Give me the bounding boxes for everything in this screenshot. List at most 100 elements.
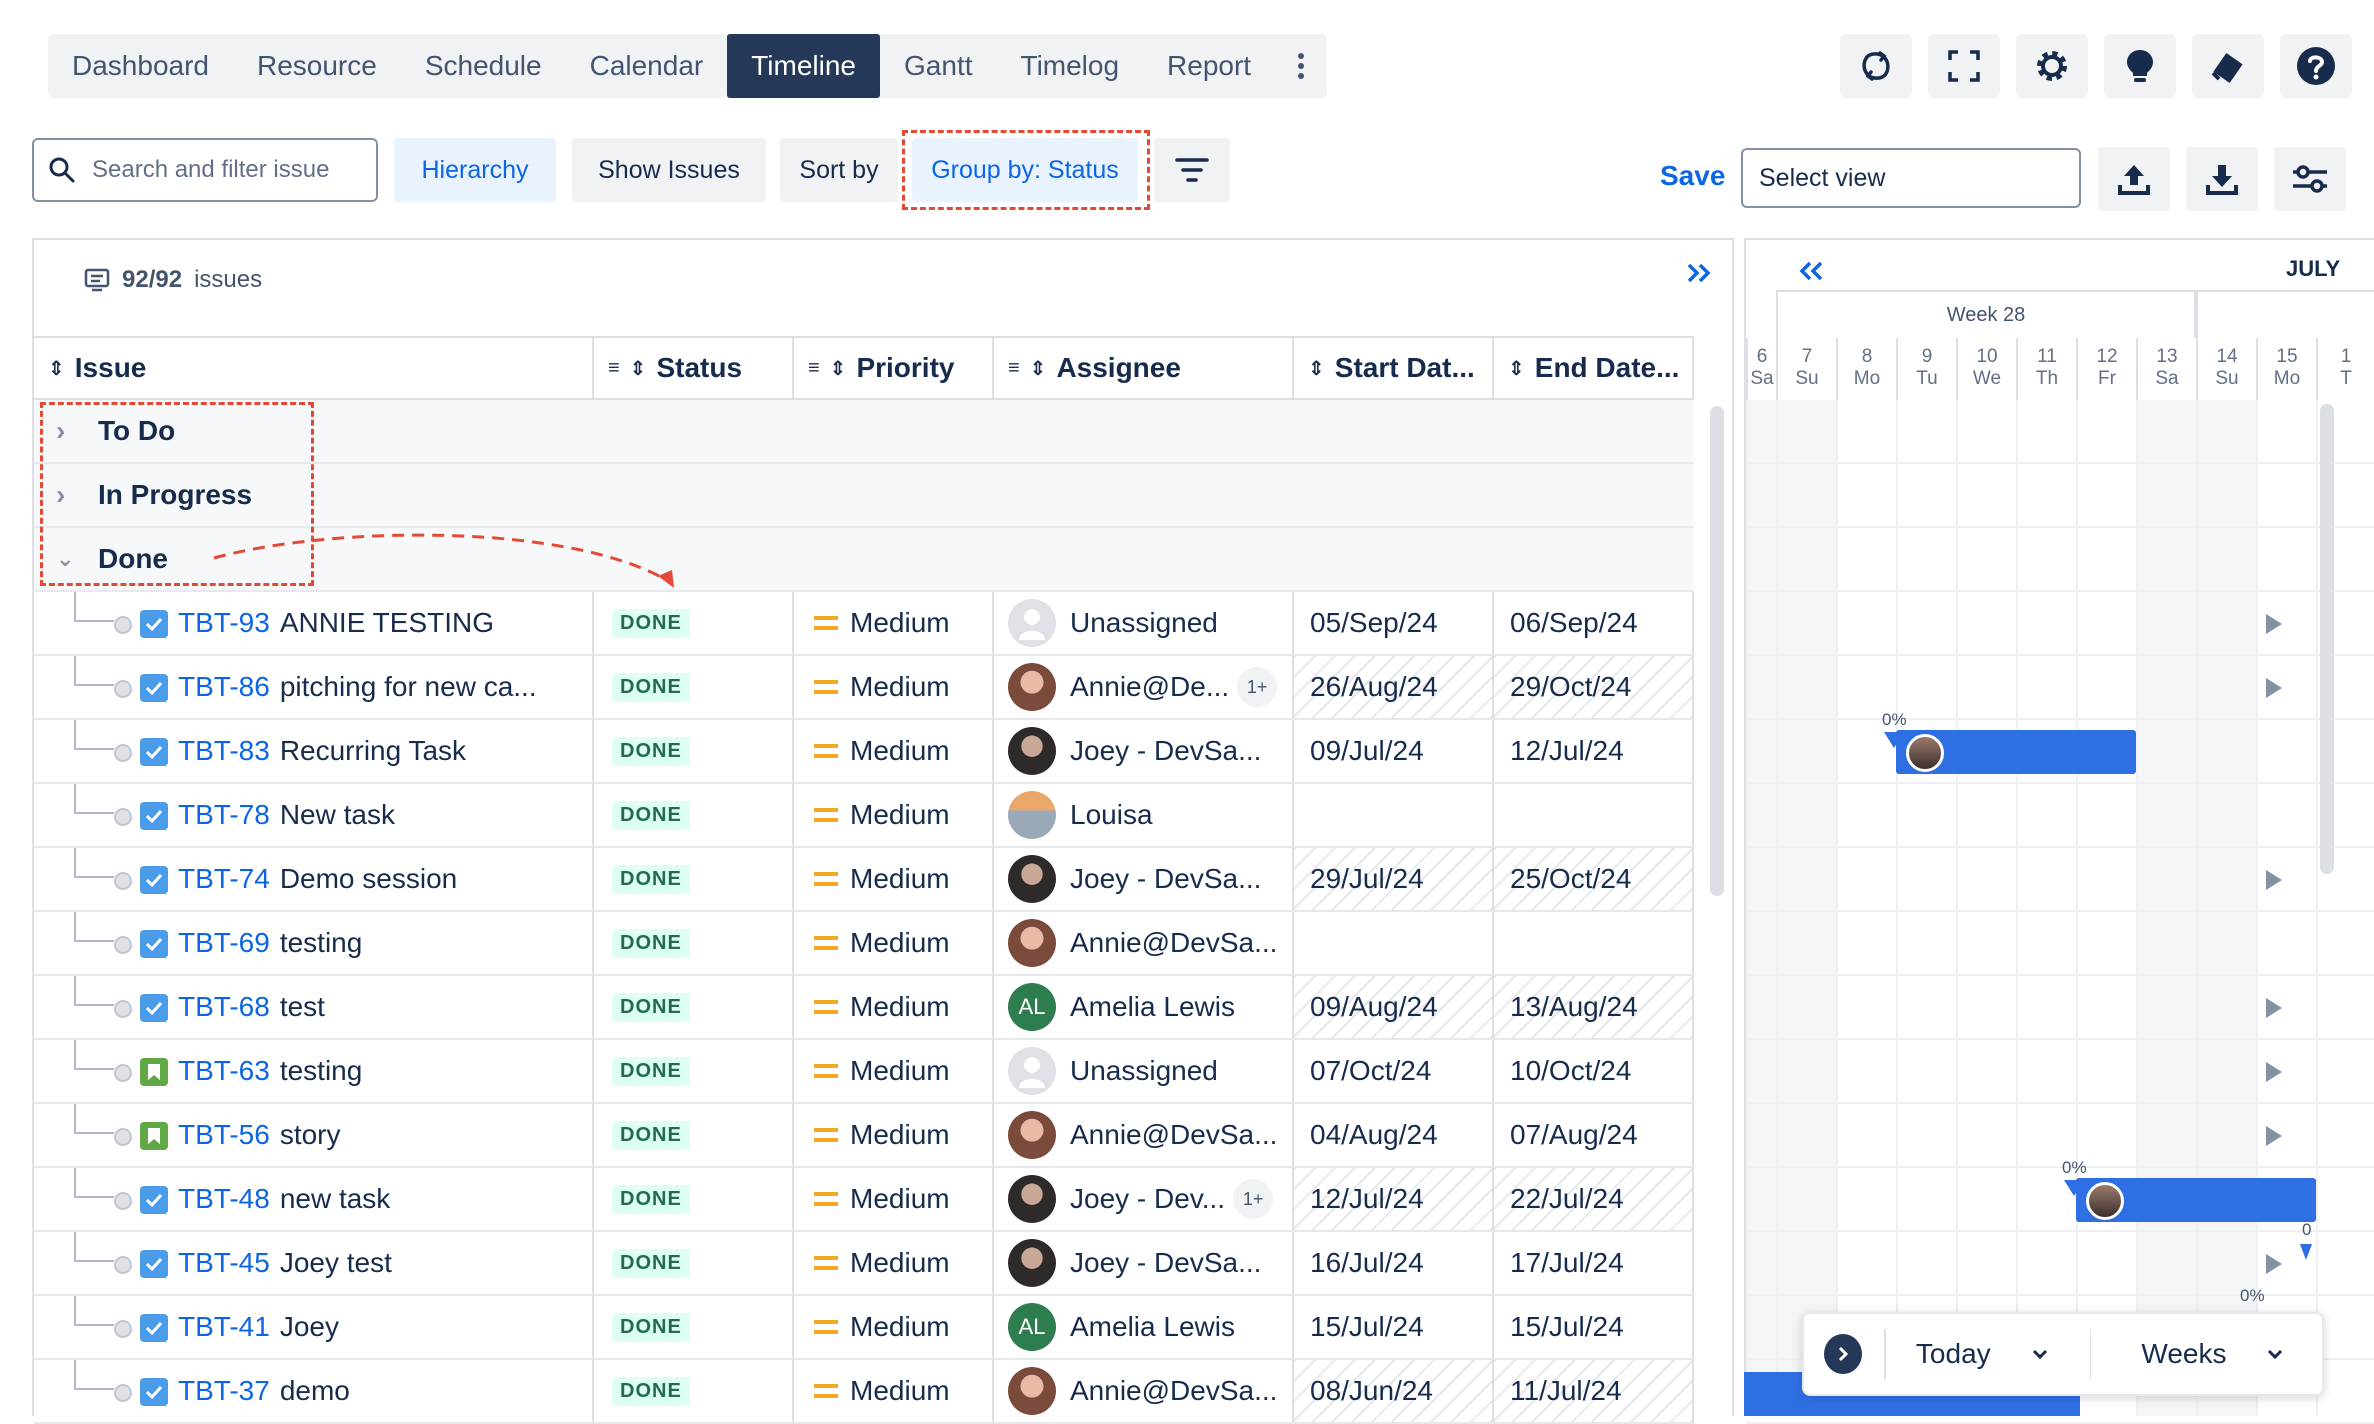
- priority-cell[interactable]: Medium: [794, 1296, 994, 1358]
- sort-by-button[interactable]: Sort by: [780, 138, 898, 202]
- priority-cell[interactable]: Medium: [794, 848, 994, 910]
- group-row-to-do[interactable]: › To Do: [34, 400, 1694, 464]
- issue-key[interactable]: TBT-45 Joey test: [178, 1232, 392, 1294]
- table-row[interactable]: TBT-74 Demo session DONE Medium Joey - D…: [34, 848, 1694, 912]
- assignee-cell[interactable]: Joey - DevSa...: [994, 720, 1294, 782]
- announcements-button[interactable]: [2192, 34, 2264, 98]
- scroll-to-bar-arrow-icon[interactable]: [2266, 1254, 2282, 1274]
- column-header-priority[interactable]: ≡ ⇕ Priority: [794, 336, 994, 400]
- issue-key[interactable]: TBT-69 testing: [178, 912, 362, 974]
- start-date-cell[interactable]: 08/Jun/24: [1294, 1360, 1494, 1422]
- column-header-end-date[interactable]: ⇕ End Date...: [1494, 336, 1694, 400]
- priority-cell[interactable]: Medium: [794, 592, 994, 654]
- priority-cell[interactable]: Medium: [794, 976, 994, 1038]
- tab-gantt[interactable]: Gantt: [880, 34, 996, 98]
- issue-key[interactable]: TBT-83 Recurring Task: [178, 720, 466, 782]
- table-row[interactable]: TBT-48 new task DONE Medium Joey - Dev..…: [34, 1168, 1694, 1232]
- assignee-cell[interactable]: Joey - DevSa...: [994, 1232, 1294, 1294]
- tab-calendar[interactable]: Calendar: [566, 34, 728, 98]
- status-cell[interactable]: DONE: [594, 1040, 794, 1102]
- table-row[interactable]: TBT-78 New task DONE Medium Louisa: [34, 784, 1694, 848]
- start-date-cell[interactable]: [1294, 912, 1494, 974]
- start-date-cell[interactable]: 05/Sep/24: [1294, 592, 1494, 654]
- status-cell[interactable]: DONE: [594, 1360, 794, 1422]
- tab-timeline[interactable]: Timeline: [727, 34, 881, 98]
- column-header-start-date[interactable]: ⇕ Start Dat...: [1294, 336, 1494, 400]
- table-row[interactable]: TBT-86 pitching for new ca... DONE Mediu…: [34, 656, 1694, 720]
- tips-button[interactable]: [2104, 34, 2176, 98]
- column-header-status[interactable]: ≡ ⇕ Status: [594, 336, 794, 400]
- tab-dashboard[interactable]: Dashboard: [48, 34, 233, 98]
- priority-cell[interactable]: Medium: [794, 1040, 994, 1102]
- assignee-cell[interactable]: Annie@DevSa...: [994, 1360, 1294, 1422]
- issue-key[interactable]: TBT-78 New task: [178, 784, 395, 846]
- assignee-cell[interactable]: AL Amelia Lewis: [994, 1296, 1294, 1358]
- start-date-cell[interactable]: 16/Jul/24: [1294, 1232, 1494, 1294]
- end-date-cell[interactable]: [1494, 784, 1694, 846]
- scroll-to-bar-arrow-icon[interactable]: [2266, 678, 2282, 698]
- collapse-panel-button[interactable]: [1686, 258, 1712, 292]
- start-date-cell[interactable]: 09/Aug/24: [1294, 976, 1494, 1038]
- end-date-cell[interactable]: 07/Aug/24: [1494, 1104, 1694, 1166]
- issue-key[interactable]: TBT-93 ANNIE TESTING: [178, 592, 494, 654]
- import-button[interactable]: [2186, 147, 2258, 211]
- priority-cell[interactable]: Medium: [794, 784, 994, 846]
- scroll-to-bar-arrow-icon[interactable]: [2266, 1062, 2282, 1082]
- assignee-cell[interactable]: AL Amelia Lewis: [994, 976, 1294, 1038]
- start-date-cell[interactable]: 29/Jul/24: [1294, 848, 1494, 910]
- more-assignees-badge[interactable]: 1+: [1237, 667, 1278, 707]
- more-tabs-button[interactable]: [1275, 34, 1327, 98]
- table-row[interactable]: TBT-68 test DONE Medium AL Amelia Lewis …: [34, 976, 1694, 1040]
- start-date-cell[interactable]: 26/Aug/24: [1294, 656, 1494, 718]
- list-scrollbar[interactable]: [1710, 406, 1724, 896]
- assignee-cell[interactable]: Annie@DevSa...: [994, 1104, 1294, 1166]
- table-row[interactable]: TBT-69 testing DONE Medium Annie@DevSa..…: [34, 912, 1694, 976]
- issue-key[interactable]: TBT-56 story: [178, 1104, 341, 1166]
- end-date-cell[interactable]: 06/Sep/24: [1494, 592, 1694, 654]
- priority-cell[interactable]: Medium: [794, 1104, 994, 1166]
- status-cell[interactable]: DONE: [594, 912, 794, 974]
- start-date-cell[interactable]: 15/Jul/24: [1294, 1296, 1494, 1358]
- start-date-cell[interactable]: [1294, 784, 1494, 846]
- start-date-cell[interactable]: 09/Jul/24: [1294, 720, 1494, 782]
- priority-cell[interactable]: Medium: [794, 912, 994, 974]
- priority-cell[interactable]: Medium: [794, 1232, 994, 1294]
- scroll-to-bar-arrow-icon[interactable]: [2266, 998, 2282, 1018]
- priority-cell[interactable]: Medium: [794, 656, 994, 718]
- scroll-to-bar-arrow-icon[interactable]: [2266, 614, 2282, 634]
- assignee-cell[interactable]: Joey - DevSa...: [994, 848, 1294, 910]
- scroll-to-bar-arrow-icon[interactable]: [2266, 1126, 2282, 1146]
- filter-button[interactable]: [1154, 138, 1230, 202]
- tab-timelog[interactable]: Timelog: [997, 34, 1144, 98]
- table-row[interactable]: TBT-93 ANNIE TESTING DONE Medium Unassig…: [34, 592, 1694, 656]
- table-row[interactable]: TBT-45 Joey test DONE Medium Joey - DevS…: [34, 1232, 1694, 1296]
- start-date-cell[interactable]: 07/Oct/24: [1294, 1040, 1494, 1102]
- end-date-cell[interactable]: 11/Jul/24: [1494, 1360, 1694, 1422]
- issue-key[interactable]: TBT-48 new task: [178, 1168, 390, 1230]
- end-date-cell[interactable]: 29/Oct/24: [1494, 656, 1694, 718]
- status-cell[interactable]: DONE: [594, 976, 794, 1038]
- assignee-cell[interactable]: Annie@DevSa...: [994, 912, 1294, 974]
- tab-report[interactable]: Report: [1143, 34, 1275, 98]
- scroll-to-bar-arrow-icon[interactable]: [2266, 870, 2282, 890]
- status-cell[interactable]: DONE: [594, 720, 794, 782]
- scale-dropdown[interactable]: Weeks: [2141, 1338, 2322, 1370]
- select-view-dropdown[interactable]: Select view: [1741, 148, 2081, 208]
- end-date-cell[interactable]: 10/Oct/24: [1494, 1040, 1694, 1102]
- end-date-cell[interactable]: 12/Jul/24: [1494, 720, 1694, 782]
- start-date-cell[interactable]: 04/Aug/24: [1294, 1104, 1494, 1166]
- table-row[interactable]: TBT-41 Joey DONE Medium AL Amelia Lewis …: [34, 1296, 1694, 1360]
- show-issues-button[interactable]: Show Issues: [572, 138, 766, 202]
- status-cell[interactable]: DONE: [594, 1104, 794, 1166]
- timeline-prev-button[interactable]: [1798, 256, 1824, 290]
- save-view-button[interactable]: Save: [1660, 160, 1725, 192]
- status-cell[interactable]: DONE: [594, 1232, 794, 1294]
- status-cell[interactable]: DONE: [594, 848, 794, 910]
- assignee-cell[interactable]: Joey - Dev... 1+: [994, 1168, 1294, 1230]
- group-row-in-progress[interactable]: › In Progress: [34, 464, 1694, 528]
- status-cell[interactable]: DONE: [594, 1296, 794, 1358]
- issue-key[interactable]: TBT-63 testing: [178, 1040, 362, 1102]
- assignee-cell[interactable]: Louisa: [994, 784, 1294, 846]
- issue-key[interactable]: TBT-68 test: [178, 976, 325, 1038]
- end-date-cell[interactable]: 17/Jul/24: [1494, 1232, 1694, 1294]
